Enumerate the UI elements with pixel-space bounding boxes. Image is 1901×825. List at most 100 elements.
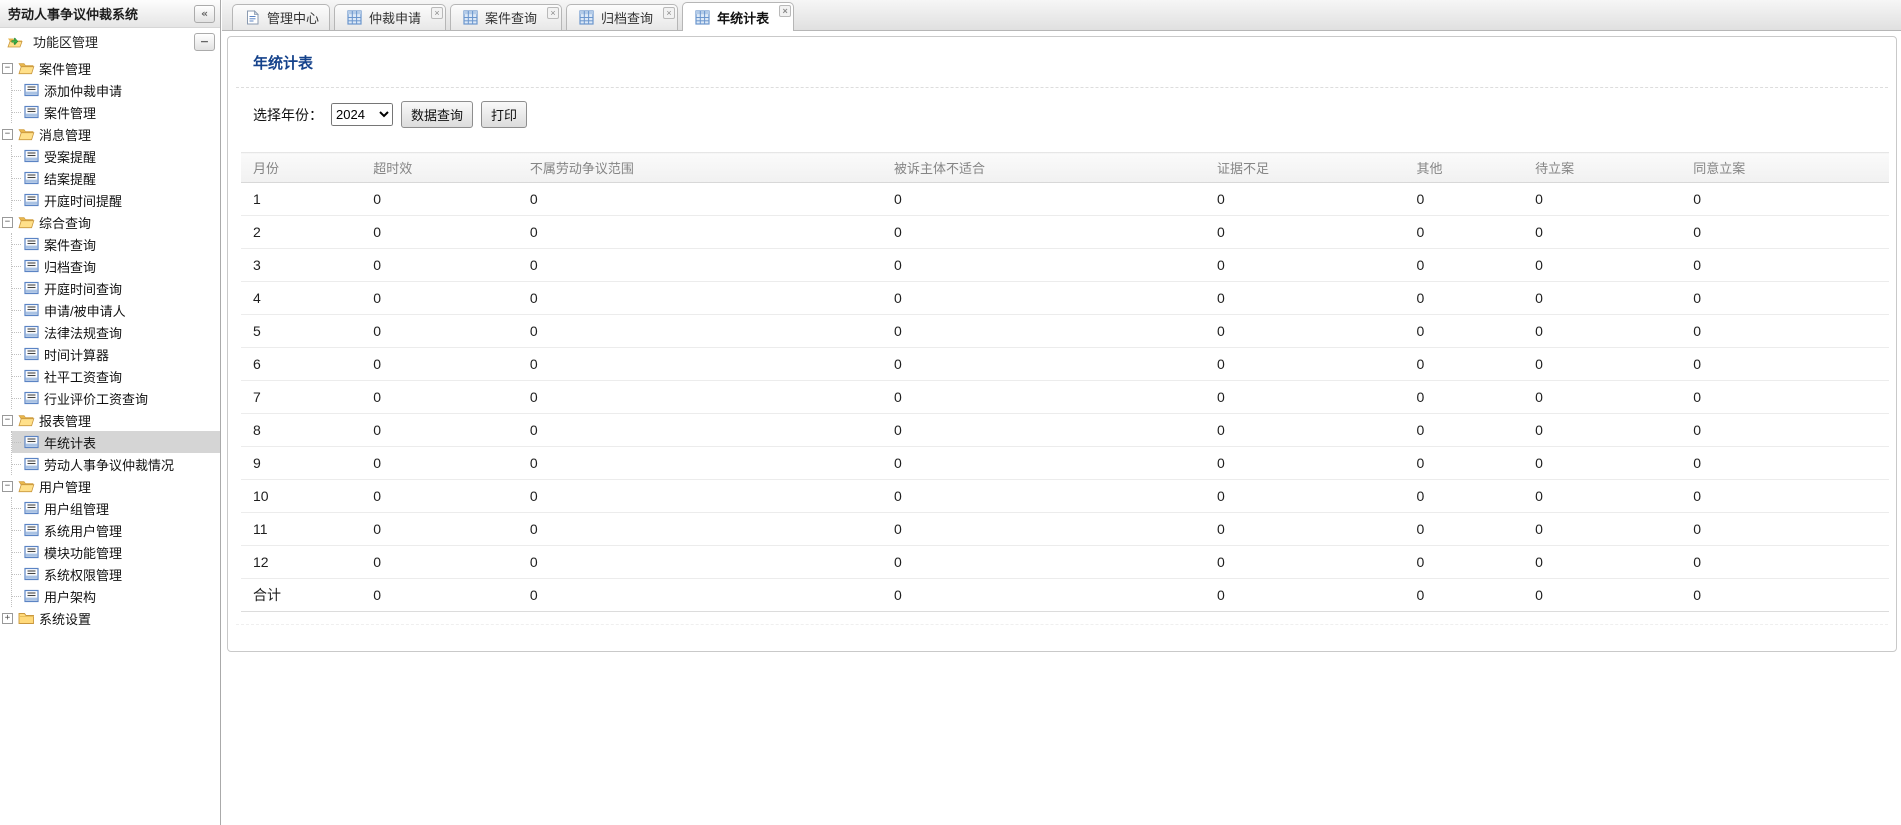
tree-leaf-label: 申请/被申请人 xyxy=(44,301,126,320)
tree-toggle-icon[interactable]: − xyxy=(2,129,13,140)
table-cell: 0 xyxy=(361,183,518,216)
column-header: 月份 xyxy=(241,153,361,183)
tree-toggle-icon[interactable]: − xyxy=(2,63,13,74)
tree-folder-node: − 用户管理 用户组管理 xyxy=(2,475,220,607)
column-header: 被诉主体不适合 xyxy=(882,153,1205,183)
table-cell: 0 xyxy=(1523,546,1681,579)
sidebar-collapse-icon[interactable]: « xyxy=(194,5,215,23)
table-cell: 0 xyxy=(1404,315,1523,348)
tab-close-icon[interactable]: × xyxy=(547,7,559,19)
table-cell: 0 xyxy=(1404,249,1523,282)
table-cell: 0 xyxy=(1404,480,1523,513)
tab-bar: 管理中心 仲裁申请 × 案件查询 × 归档查询 × xyxy=(222,0,1901,31)
tree-leaf-row[interactable]: 归档查询 xyxy=(12,255,220,277)
tree-folder-row[interactable]: + 系统设置 xyxy=(2,607,220,629)
table-row: 40000000 xyxy=(241,282,1889,315)
tree-leaf-row[interactable]: 开庭时间提醒 xyxy=(12,189,220,211)
tab-close-icon[interactable]: × xyxy=(779,5,791,17)
tree-leaf-label: 用户架构 xyxy=(44,587,96,606)
tree-leaf-row[interactable]: 案件管理 xyxy=(12,101,220,123)
tree-leaf-row[interactable]: 法律法规查询 xyxy=(12,321,220,343)
tree-leaf-label: 结案提醒 xyxy=(44,169,96,188)
tree-leaf-row[interactable]: 行业评价工资查询 xyxy=(12,387,220,409)
app-window: 劳动人事争议仲裁系统 « 功能区管理 − − xyxy=(0,0,1901,825)
table-cell: 0 xyxy=(1404,579,1523,612)
tree-connector xyxy=(12,574,21,575)
tree-folder-row[interactable]: − 用户管理 xyxy=(2,475,220,497)
tree-leaf-row[interactable]: 受案提醒 xyxy=(12,145,220,167)
table-cell: 0 xyxy=(1205,315,1404,348)
tree-leaf-row[interactable]: 时间计算器 xyxy=(12,343,220,365)
table-cell: 0 xyxy=(518,315,882,348)
tree-toggle-icon[interactable]: − xyxy=(2,481,13,492)
tree-leaf-label: 时间计算器 xyxy=(44,345,109,364)
table-cell: 10 xyxy=(241,480,361,513)
table-row: 10000000 xyxy=(241,183,1889,216)
table-cell: 0 xyxy=(518,414,882,447)
tree-folder-row[interactable]: − 综合查询 xyxy=(2,211,220,233)
query-button[interactable]: 数据查询 xyxy=(401,101,473,128)
tree-leaf-row[interactable]: 劳动人事争议仲裁情况 xyxy=(12,453,220,475)
table-cell: 6 xyxy=(241,348,361,381)
tree-leaf-row[interactable]: 年统计表 xyxy=(12,431,220,453)
tab[interactable]: 案件查询 × xyxy=(450,4,562,30)
table-cell: 0 xyxy=(1205,249,1404,282)
year-select[interactable]: 2024 xyxy=(331,103,393,126)
tree-toggle-icon[interactable]: − xyxy=(2,217,13,228)
table-cell: 0 xyxy=(361,348,518,381)
tab-close-icon[interactable]: × xyxy=(431,7,443,19)
tree-folder-row[interactable]: − 报表管理 xyxy=(2,409,220,431)
tree-folder-label: 案件管理 xyxy=(39,59,91,78)
tree-leaf-row[interactable]: 案件查询 xyxy=(12,233,220,255)
tree-connector xyxy=(12,552,21,553)
table-cell: 0 xyxy=(361,414,518,447)
tree-leaf-row[interactable]: 模块功能管理 xyxy=(12,541,220,563)
tree-children: 案件查询 归档查询 开庭时间查询 xyxy=(11,233,220,409)
tab-label: 仲裁申请 xyxy=(369,8,421,27)
table-cell: 0 xyxy=(518,579,882,612)
sidebar-minimize-icon[interactable]: − xyxy=(194,33,215,51)
report-document-icon xyxy=(22,544,40,560)
table-row: 100000000 xyxy=(241,480,1889,513)
table-row: 30000000 xyxy=(241,249,1889,282)
tree-leaf-row[interactable]: 申请/被申请人 xyxy=(12,299,220,321)
print-button[interactable]: 打印 xyxy=(481,101,527,128)
folder-icon xyxy=(17,60,35,76)
tree-leaf-row[interactable]: 系统权限管理 xyxy=(12,563,220,585)
folder-icon xyxy=(17,412,35,428)
tree-leaf-row[interactable]: 社平工资查询 xyxy=(12,365,220,387)
tree-leaf-row[interactable]: 开庭时间查询 xyxy=(12,277,220,299)
table-cell: 4 xyxy=(241,282,361,315)
tree-leaf-row[interactable]: 用户架构 xyxy=(12,585,220,607)
tree-folder-node: − 消息管理 受案提醒 xyxy=(2,123,220,211)
tab[interactable]: 仲裁申请 × xyxy=(334,4,446,30)
tree-toggle-icon[interactable]: + xyxy=(2,613,13,624)
tree-leaf-row[interactable]: 系统用户管理 xyxy=(12,519,220,541)
table-cell: 0 xyxy=(1205,480,1404,513)
tree-folder-label: 系统设置 xyxy=(39,609,91,628)
table-cell: 0 xyxy=(882,447,1205,480)
table-cell: 0 xyxy=(1404,381,1523,414)
tree-leaf-row[interactable]: 用户组管理 xyxy=(12,497,220,519)
tree-leaf-label: 开庭时间提醒 xyxy=(44,191,122,210)
tab[interactable]: 归档查询 × xyxy=(566,4,678,30)
report-document-icon xyxy=(22,434,40,450)
table-cell: 0 xyxy=(1205,216,1404,249)
table-cell: 0 xyxy=(1523,447,1681,480)
table-cell: 7 xyxy=(241,381,361,414)
tab-close-icon[interactable]: × xyxy=(663,7,675,19)
table-cell: 0 xyxy=(361,282,518,315)
report-document-icon xyxy=(22,588,40,604)
table-cell: 0 xyxy=(1523,282,1681,315)
tree-leaf-row[interactable]: 结案提醒 xyxy=(12,167,220,189)
tree-leaf-row[interactable]: 添加仲裁申请 xyxy=(12,79,220,101)
tree-folder-row[interactable]: − 案件管理 xyxy=(2,57,220,79)
tree-toggle-icon[interactable]: − xyxy=(2,415,13,426)
tree-folder-label: 消息管理 xyxy=(39,125,91,144)
tree-folder-row[interactable]: − 消息管理 xyxy=(2,123,220,145)
table-cell: 0 xyxy=(1681,348,1889,381)
tab[interactable]: 年统计表 × xyxy=(682,2,794,31)
table-cell: 0 xyxy=(518,183,882,216)
tab-label: 归档查询 xyxy=(601,8,653,27)
tab[interactable]: 管理中心 xyxy=(232,4,330,30)
